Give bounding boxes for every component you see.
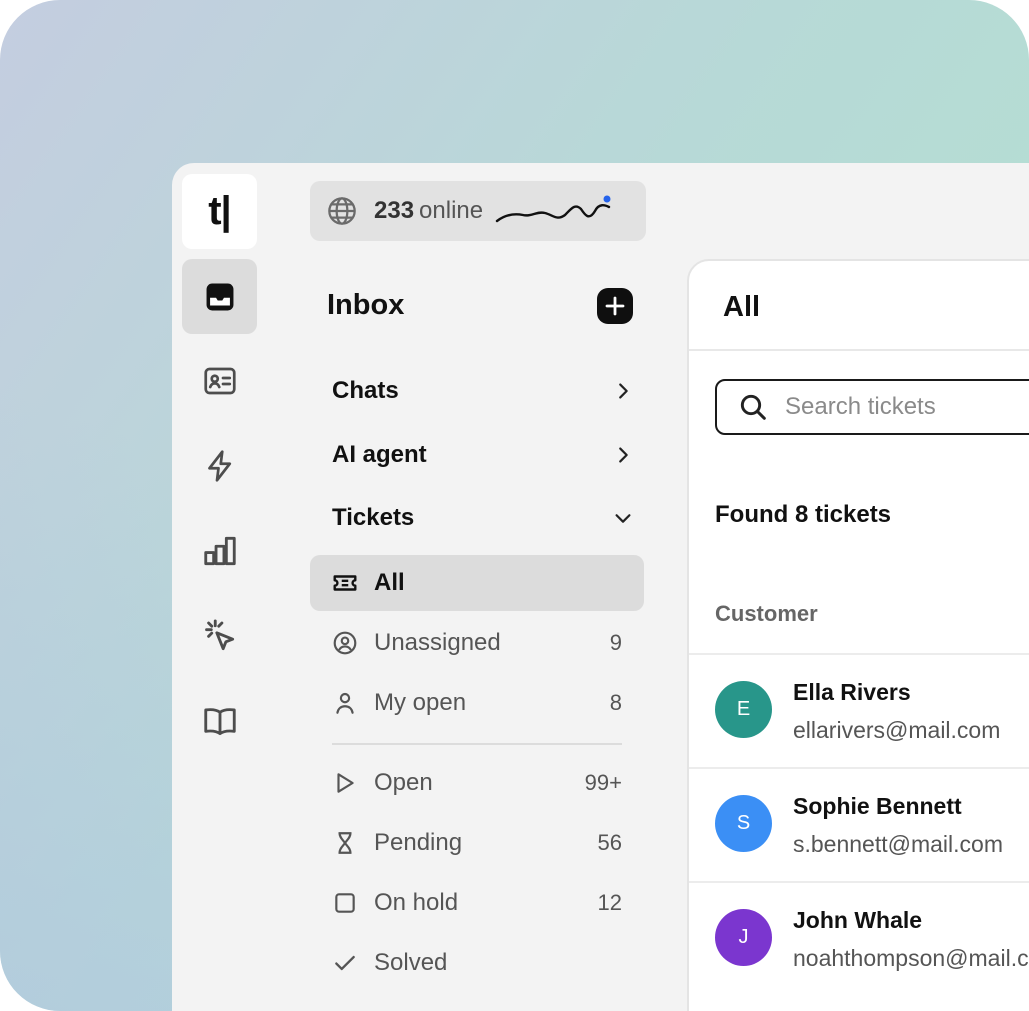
user-icon — [332, 690, 358, 716]
cursor-click-icon — [201, 617, 239, 655]
activity-sparkline — [495, 191, 615, 231]
rail-item-knowledge-base[interactable] — [182, 683, 257, 758]
nav-item-count: 9 — [609, 630, 622, 655]
rail-item-reports[interactable] — [182, 513, 257, 588]
online-count: 233 — [374, 197, 415, 224]
search-input[interactable] — [783, 392, 1027, 422]
nav-item-all[interactable]: All — [310, 555, 644, 611]
nav-item-count: 12 — [597, 890, 622, 915]
column-header-customer[interactable]: Customer — [715, 601, 818, 627]
avatar: S — [715, 795, 772, 852]
globe-icon — [326, 195, 358, 227]
table-row[interactable]: J John Whale noahthompson@mail.com — [689, 883, 1029, 995]
nav-section-chats[interactable]: Chats — [332, 371, 634, 411]
chevron-right-icon — [612, 380, 634, 402]
nav-item-count: 56 — [597, 830, 622, 855]
plus-icon — [604, 295, 626, 317]
nav-section-ai-agent[interactable]: AI agent — [332, 435, 634, 475]
play-icon — [332, 770, 358, 796]
bar-chart-icon — [201, 532, 239, 570]
nav-section-label: Tickets — [332, 504, 415, 531]
online-label: online — [419, 197, 484, 224]
app-logo-text: t| — [208, 189, 231, 233]
rail-item-inbox[interactable] — [182, 259, 257, 334]
rail-item-tracking[interactable] — [182, 598, 257, 673]
contact-card-icon — [202, 363, 238, 399]
customer-email: ellarivers@mail.com — [793, 717, 1001, 743]
search-box[interactable] — [715, 379, 1029, 435]
page-title: All — [723, 291, 761, 323]
nav-item-open[interactable]: Open 99+ — [310, 755, 644, 811]
rail-item-automations[interactable] — [182, 428, 257, 503]
hourglass-icon — [332, 830, 358, 856]
lightning-icon — [202, 448, 238, 484]
customer-email: s.bennett@mail.com — [793, 831, 1003, 857]
nav-item-my-open[interactable]: My open 8 — [310, 675, 644, 731]
avatar: J — [715, 909, 772, 966]
nav-section-label: AI agent — [332, 441, 427, 468]
check-icon — [332, 950, 358, 976]
avatar: E — [715, 681, 772, 738]
nav-section-label: Chats — [332, 377, 399, 404]
online-indicator-dot — [603, 195, 611, 203]
book-icon — [201, 702, 239, 740]
nav-item-unassigned[interactable]: Unassigned 9 — [310, 615, 644, 671]
customer-email: noahthompson@mail.com — [793, 945, 1029, 971]
nav-section-tickets[interactable]: Tickets — [332, 498, 634, 538]
ticket-list-panel: All Found 8 tickets Customer E Ella Rive… — [687, 259, 1029, 1011]
nav-item-label: My open — [374, 689, 467, 716]
customer-name: John Whale — [793, 907, 923, 933]
ticket-icon — [332, 570, 358, 596]
nav-item-solved[interactable]: Solved — [310, 935, 644, 991]
app-window: t| 233 online Inbox Chats AI agent Ticke… — [172, 163, 1029, 1011]
nav-item-label: Unassigned — [374, 629, 501, 656]
nav-item-label: All — [374, 569, 405, 596]
user-circle-icon — [332, 630, 358, 656]
square-icon — [332, 890, 358, 916]
nav-item-pending[interactable]: Pending 56 — [310, 815, 644, 871]
nav-item-on-hold[interactable]: On hold 12 — [310, 875, 644, 931]
nav-item-count: 8 — [609, 690, 622, 715]
chevron-right-icon — [612, 444, 634, 466]
search-icon — [737, 391, 769, 423]
nav-title: Inbox — [327, 289, 405, 321]
nav-item-label: Open — [374, 769, 433, 796]
add-button[interactable] — [597, 288, 633, 324]
table-row[interactable]: E Ella Rivers ellarivers@mail.com — [689, 655, 1029, 767]
rail-item-contacts[interactable] — [182, 343, 257, 418]
nav-item-label: Solved — [374, 949, 448, 976]
header-divider — [689, 349, 1029, 351]
nav-divider — [332, 743, 622, 745]
online-status-pill[interactable]: 233 online — [310, 181, 646, 241]
nav-item-label: Pending — [374, 829, 463, 856]
nav-item-count: 99+ — [584, 770, 622, 795]
results-count: Found 8 tickets — [715, 501, 892, 528]
app-logo[interactable]: t| — [182, 174, 257, 249]
chevron-down-icon — [612, 507, 634, 529]
table-row[interactable]: S Sophie Bennett s.bennett@mail.com — [689, 769, 1029, 881]
customer-name: Sophie Bennett — [793, 793, 962, 819]
customer-name: Ella Rivers — [793, 679, 911, 705]
nav-item-label: On hold — [374, 889, 459, 916]
inbox-icon — [203, 280, 237, 314]
